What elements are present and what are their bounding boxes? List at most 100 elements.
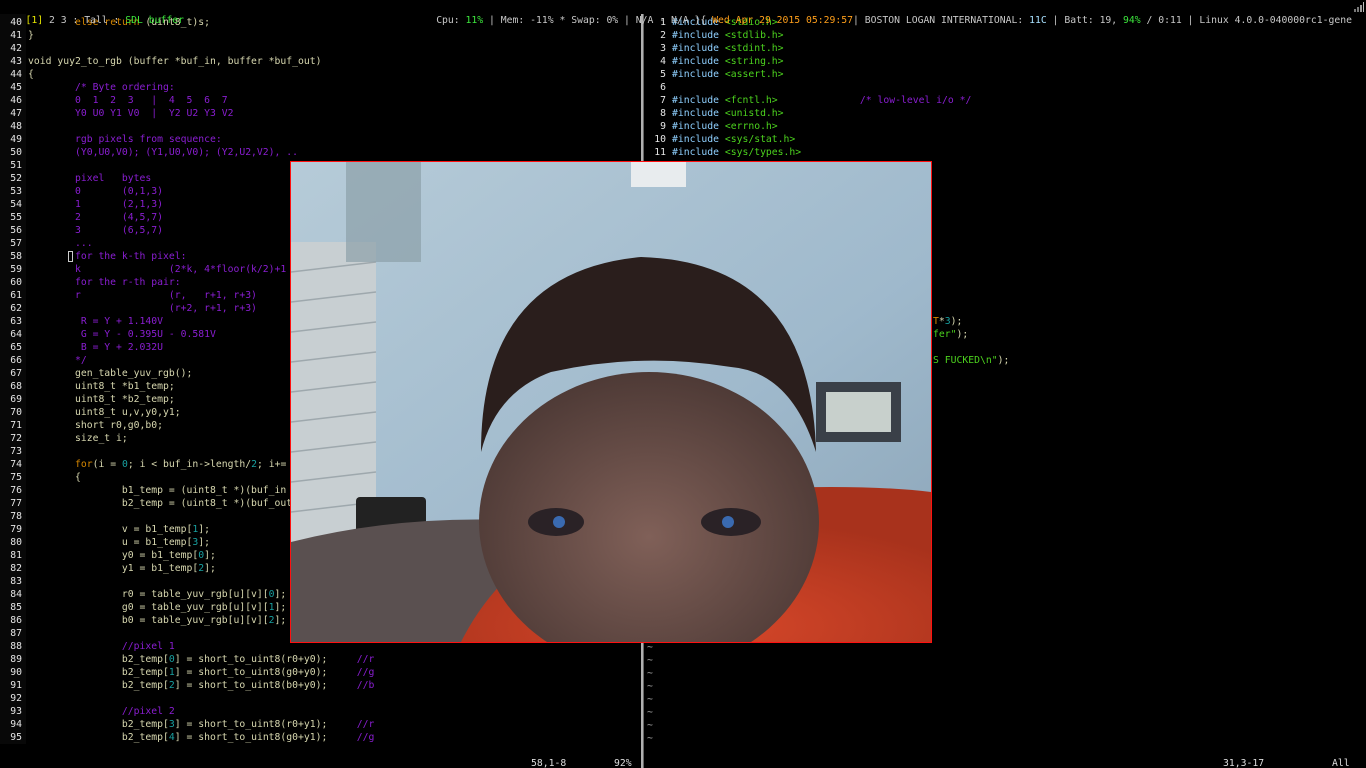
code-token: ];: [274, 602, 287, 613]
code-token: //g: [356, 732, 375, 743]
code-token: ];: [204, 563, 216, 574]
line-number: 87: [10, 628, 22, 639]
code-line[interactable]: 50 (Y0,U0,V0); (Y1,U0,V0); (Y2,U2,V2), .…: [0, 146, 374, 159]
line-number: 44: [10, 69, 22, 80]
empty-line-tilde: ~: [647, 668, 653, 679]
line-number: 67: [10, 368, 22, 379]
code-token: b2_temp[: [28, 667, 169, 678]
line-number: 51: [10, 160, 22, 171]
code-line[interactable]: 47 Y0 U0 Y1 V0 | Y2 U2 Y3 V2: [0, 107, 374, 120]
code-token: G = Y - 0.395U - 0.581V: [28, 329, 216, 340]
code-line[interactable]: 43 void yuy2_to_rgb (buffer *buf_in, buff…: [0, 55, 374, 68]
code-token: <fcntl.h>: [724, 95, 778, 106]
line-number: 8: [660, 108, 666, 119]
code-token: r0 = table_yuv_rgb[u][v][: [28, 589, 269, 600]
code-token: /* Byte ordering:: [28, 82, 175, 93]
line-number: 69: [10, 394, 22, 405]
code-lines[interactable]: 1 #include <stdio.h> 2 #include <stdlib.h> 3…: [644, 16, 971, 159]
workspace-current[interactable]: [1]: [25, 15, 43, 26]
code-token: <stdint.h>: [724, 43, 784, 54]
code-token: );: [997, 355, 1010, 366]
code-line[interactable]: 3 #include <stdint.h>: [644, 42, 971, 55]
code-line[interactable]: 95 b2_temp[4] = short_to_uint8(g0+y1); /…: [0, 731, 374, 744]
line-number: 50: [10, 147, 22, 158]
code-line[interactable]: 92: [0, 692, 374, 705]
code-token: /* low-level i/o */: [859, 95, 972, 106]
line-number: 54: [10, 199, 22, 210]
code-fragment[interactable]: T*3);: [933, 315, 962, 328]
code-token: {: [28, 69, 34, 80]
code-line[interactable]: 49 rgb pixels from sequence:: [0, 133, 374, 146]
code-line[interactable]: 44 {: [0, 68, 374, 81]
code-token: ];: [274, 615, 287, 626]
code-line[interactable]: 10 #include <sys/stat.h>: [644, 133, 971, 146]
code-token: b2_temp[: [28, 732, 169, 743]
wifi-signal-icon[interactable]: [1354, 2, 1364, 12]
code-token: <assert.h>: [724, 69, 784, 80]
code-token: <sys/stat.h>: [724, 134, 796, 145]
code-token: }: [28, 30, 34, 41]
line-number: 46: [10, 95, 22, 106]
line-number: 66: [10, 355, 22, 366]
code-line[interactable]: 41}: [0, 29, 374, 42]
code-token: y0 = b1_temp[: [28, 550, 199, 561]
line-number: 5: [660, 69, 666, 80]
code-token: for the r-th pair:: [28, 277, 181, 288]
line-number: 9: [660, 121, 666, 132]
code-token: for the k-th pixel:: [28, 251, 187, 262]
code-token: ] = short_to_uint8(r0+y0);: [174, 654, 357, 665]
line-number: 72: [10, 433, 22, 444]
line-number: 45: [10, 82, 22, 93]
battery-label: | Batt: 19,: [1046, 15, 1124, 26]
code-line[interactable]: 4 #include <string.h>: [644, 55, 971, 68]
code-fragment[interactable]: fer");: [933, 328, 968, 341]
code-token: Y0 U0 Y1 V0 | Y2 U2 Y3 V2: [28, 108, 234, 119]
line-number: 63: [10, 316, 22, 327]
code-line[interactable]: 8 #include <unistd.h>: [644, 107, 971, 120]
code-token: ; i < buf_in->length/: [127, 459, 252, 470]
text-cursor: [68, 251, 73, 262]
code-line[interactable]: 89 b2_temp[0] = short_to_uint8(r0+y0); /…: [0, 653, 374, 666]
code-fragment[interactable]: S FUCKED\n");: [933, 354, 1009, 367]
code-line[interactable]: 48: [0, 120, 374, 133]
line-number: 4: [660, 56, 666, 67]
code-token: for: [74, 459, 93, 470]
mem-swap: | Mem: -11% * Swap: 0% | N/A - N/A }{: [483, 15, 713, 26]
code-token: */: [28, 355, 87, 366]
line-number: 76: [10, 485, 22, 496]
code-line[interactable]: 7 #include <fcntl.h> /* low-level i/o */: [644, 94, 971, 107]
code-line[interactable]: 45 /* Byte ordering:: [0, 81, 374, 94]
code-line[interactable]: 2 #include <stdlib.h>: [644, 29, 971, 42]
code-line[interactable]: 46 0 1 2 3 | 4 5 6 7: [0, 94, 374, 107]
code-line[interactable]: 6: [644, 81, 971, 94]
line-number: 48: [10, 121, 22, 132]
code-line[interactable]: 94 b2_temp[3] = short_to_uint8(r0+y1); /…: [0, 718, 374, 731]
code-token: 0 (0,1,3): [28, 186, 164, 197]
code-line[interactable]: 42: [0, 42, 374, 55]
status-bar: [1] 2 3 : Tall : SDL buffer Cpu: 11% | M…: [0, 0, 1366, 26]
code-line[interactable]: 91 b2_temp[2] = short_to_uint8(b0+y0); /…: [0, 679, 374, 692]
code-line[interactable]: 90 b2_temp[1] = short_to_uint8(g0+y0); /…: [0, 666, 374, 679]
code-token: fer": [933, 329, 957, 340]
empty-line-tilde: ~: [647, 694, 653, 705]
webcam-video-window[interactable]: [290, 161, 932, 643]
code-token: (i =: [92, 459, 122, 470]
empty-line-tilde: ~: [647, 707, 653, 718]
code-token: //r: [356, 719, 375, 730]
code-line[interactable]: 11 #include <sys/types.h>: [644, 146, 971, 159]
code-line[interactable]: 93 //pixel 2: [0, 705, 374, 718]
code-token: 0 1 2 3 | 4 5 6 7: [28, 95, 228, 106]
cursor-position: 58,1-8: [531, 758, 567, 768]
line-number: 43: [10, 56, 22, 67]
code-line[interactable]: 9 #include <errno.h>: [644, 120, 971, 133]
cpu-label: Cpu:: [436, 15, 466, 26]
workspace-list[interactable]: 2 3 : Tall :: [43, 15, 125, 26]
code-token: R = Y + 1.140V: [28, 316, 164, 327]
line-number: 75: [10, 472, 22, 483]
code-line[interactable]: 5 #include <assert.h>: [644, 68, 971, 81]
line-number: 47: [10, 108, 22, 119]
line-number: 84: [10, 589, 22, 600]
line-number: 49: [10, 134, 22, 145]
